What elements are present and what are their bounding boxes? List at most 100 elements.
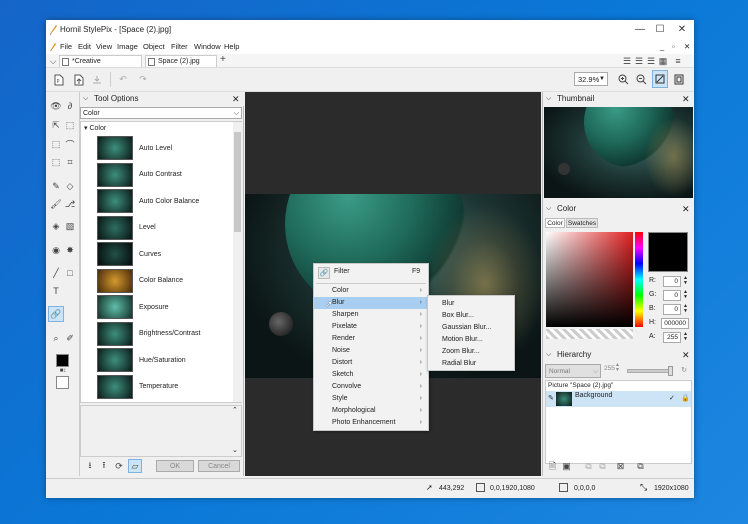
eraser-icon[interactable]: ◇ [64, 180, 76, 192]
brush-icon[interactable]: 🖌 [50, 198, 62, 210]
fill-icon[interactable]: ◈ [50, 220, 62, 232]
collapse-chevron-icon[interactable]: ⌵ [546, 92, 551, 106]
transform-icon[interactable]: ⬚ [50, 156, 62, 168]
a-field[interactable]: 255 [663, 332, 681, 343]
r-field[interactable]: 0 [663, 276, 681, 287]
gradient-icon[interactable]: ▧ [64, 220, 76, 232]
free-select-icon[interactable]: ⌒ [64, 138, 76, 150]
scrollbar-thumb[interactable] [234, 132, 241, 232]
pencil-icon[interactable]: ✎ [50, 180, 62, 192]
layer-image-icon[interactable]: ▣ [561, 461, 572, 472]
duplicate-layer-icon[interactable]: ⧉ [635, 461, 646, 472]
chevron-down-icon[interactable]: ⌄ [232, 446, 238, 454]
filter-menu-item[interactable]: Style › [314, 393, 428, 405]
g-field[interactable]: 0 [663, 290, 681, 301]
save-icon[interactable] [90, 72, 104, 87]
minimize-button[interactable]: — [630, 23, 650, 37]
eyedropper-icon[interactable]: ✐ [64, 332, 76, 344]
apply-up-icon[interactable]: ⭱ [98, 460, 110, 472]
hex-field[interactable]: 000000 [661, 318, 689, 329]
tab-menu-icon[interactable]: ≡ [671, 55, 685, 67]
crop-icon[interactable]: ⌗ [64, 156, 76, 168]
b-field[interactable]: 0 [663, 304, 681, 315]
filter-item[interactable]: Auto Color Balance [97, 188, 233, 215]
fit-to-window-icon[interactable] [652, 70, 668, 88]
panel-close-icon[interactable]: ✕ [232, 92, 240, 106]
filter-menu-item[interactable]: Noise › [314, 345, 428, 357]
b-spinner-icon[interactable]: ▲ ▼ [683, 304, 688, 314]
filter-tool-icon[interactable]: 🔗 [48, 306, 64, 322]
open-file-icon[interactable] [72, 72, 86, 87]
shape-tool-icon[interactable]: □ [64, 267, 76, 279]
refresh-icon[interactable]: ⟳ [113, 460, 125, 472]
filter-item[interactable]: Level [97, 215, 233, 242]
doc-minimize-button[interactable]: _ [660, 42, 664, 51]
filter-item[interactable]: Auto Level [97, 135, 233, 162]
collapse-chevron-icon[interactable]: ⌵ [546, 202, 551, 216]
menu-file[interactable]: File [60, 42, 72, 51]
line-tool-icon[interactable]: ╱ [50, 267, 62, 279]
swap-colors-icon[interactable]: ■↕ [54, 366, 72, 375]
opacity-slider-thumb[interactable] [668, 366, 673, 376]
collapse-chevron-icon[interactable]: ⌵ [83, 92, 88, 106]
picture-node[interactable]: Picture "Space (2).jpg" [548, 382, 613, 389]
blur-menu-item[interactable]: Radial Blur [428, 358, 514, 370]
preview-toggle-icon[interactable]: ▱ [128, 459, 142, 473]
tab-color[interactable]: Color [545, 218, 565, 228]
filter-item[interactable]: Curves [97, 241, 233, 268]
zoom-tool-icon[interactable]: ⌕ [50, 332, 62, 344]
blur-menu-item[interactable]: Box Blur... [428, 310, 514, 322]
background-color-swatch[interactable] [56, 376, 69, 389]
thumbnail-image[interactable] [544, 107, 693, 198]
a-spinner-icon[interactable]: ▲ ▼ [683, 332, 688, 342]
blend-mode-select[interactable]: Normal ⌵ [545, 364, 601, 378]
rect-select-icon[interactable]: ⬚ [50, 138, 62, 150]
text-tool-icon[interactable]: T [50, 285, 62, 297]
new-layer-icon[interactable]: 🗎 [547, 461, 558, 472]
panel-close-icon[interactable]: ✕ [682, 92, 690, 106]
blur-menu-item[interactable]: Blur [428, 298, 514, 310]
maximize-button[interactable]: ☐ [650, 23, 670, 37]
align-left-icon[interactable]: ☰ [622, 55, 632, 67]
view-icon[interactable]: ◉ [50, 244, 62, 256]
opacity-spinner-icon[interactable]: ▲ ▼ [615, 363, 620, 373]
lasso-icon[interactable]: ∂ [64, 100, 76, 112]
tab-creative-graphics[interactable]: *Creative _Graphics... [59, 55, 142, 76]
menu-edit[interactable]: Edit [78, 42, 91, 51]
menu-object[interactable]: Object [143, 42, 165, 51]
filter-menu-item[interactable]: Render › [314, 333, 428, 345]
tree-root[interactable]: ▾ Color [84, 124, 106, 132]
merge-up-icon[interactable]: ⧉ [583, 461, 594, 472]
ok-button[interactable]: OK [156, 460, 194, 472]
actual-size-icon[interactable] [672, 72, 686, 87]
opacity-slider[interactable] [627, 366, 673, 376]
filter-item[interactable]: Brightness/Contrast [97, 321, 233, 348]
grid-icon[interactable]: ▦ [658, 55, 668, 67]
effect-icon[interactable]: ✸ [64, 244, 76, 256]
filter-menu-item[interactable]: Color › [314, 285, 428, 297]
zoom-select[interactable]: 32.9% ▼ [574, 72, 608, 86]
stamp-icon[interactable]: ⎇ [64, 198, 76, 210]
align-right-icon[interactable]: ☰ [646, 55, 656, 67]
zoom-out-icon[interactable] [634, 72, 648, 87]
zoom-in-icon[interactable] [616, 72, 630, 87]
color-spectrum[interactable] [546, 232, 633, 327]
tree-scrollbar[interactable] [233, 122, 242, 402]
menu-help[interactable]: Help [224, 42, 239, 51]
cancel-button[interactable]: Cancel [198, 460, 240, 472]
filter-item[interactable]: Hue/Saturation [97, 347, 233, 374]
blur-menu-item[interactable]: Zoom Blur... [428, 346, 514, 358]
visible-check-icon[interactable]: ✓ [669, 394, 675, 402]
merge-down-icon[interactable]: ⧉ [597, 461, 608, 472]
filter-item[interactable]: Temperature [97, 374, 233, 401]
tab-swatches[interactable]: Swatches [566, 218, 598, 228]
close-button[interactable]: ✕ [672, 23, 692, 37]
crop-select-icon[interactable]: ⬚ [64, 119, 76, 131]
undo-icon[interactable]: ↶ [116, 72, 130, 87]
menu-window[interactable]: Window [194, 42, 221, 51]
panel-close-icon[interactable]: ✕ [682, 348, 690, 362]
align-center-icon[interactable]: ☰ [634, 55, 644, 67]
filter-item[interactable]: Color Balance [97, 268, 233, 295]
lock-icon[interactable]: 🔒 [681, 394, 690, 402]
reset-icon[interactable]: ↻ [679, 365, 689, 375]
